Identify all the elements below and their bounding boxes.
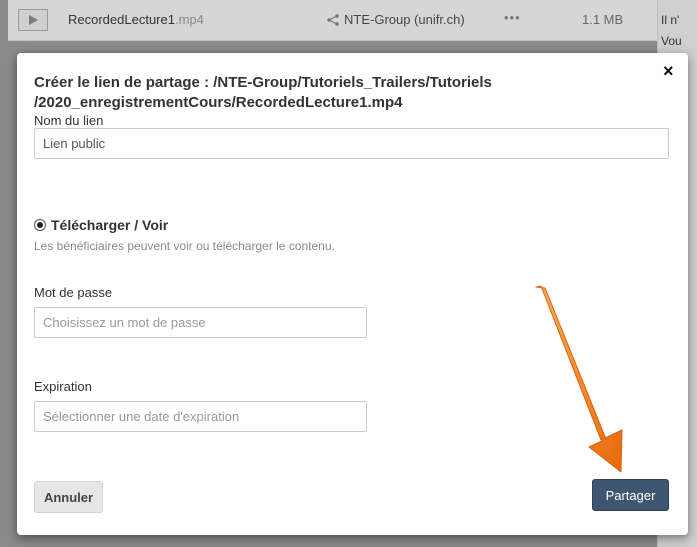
radio-selected-dot (37, 222, 43, 228)
file-row[interactable]: RecordedLecture1.mp4 NTE-Group (unifr.ch… (8, 0, 657, 41)
cancel-button[interactable]: Annuler (34, 481, 103, 513)
permission-help-text: Les bénéficiaires peuvent voir ou téléch… (34, 239, 335, 253)
share-icon (327, 14, 339, 26)
play-icon[interactable] (18, 9, 48, 31)
share-button[interactable]: Partager (592, 479, 669, 511)
password-input[interactable] (34, 307, 367, 338)
permission-option-label: Télécharger / Voir (51, 217, 169, 233)
expiration-date-input[interactable] (34, 401, 367, 432)
permission-download-view[interactable]: Télécharger / Voir (34, 217, 168, 233)
file-size: 1.1 MB (582, 12, 624, 27)
share-link-dialog: × Créer le lien de partage : /NTE-Group/… (17, 53, 688, 535)
dialog-title: Créer le lien de partage : /NTE-Group/Tu… (34, 74, 492, 111)
radio-button[interactable] (34, 219, 46, 231)
file-extension: .mp4 (174, 12, 204, 27)
shared-with[interactable]: NTE-Group (unifr.ch) (326, 12, 465, 27)
password-label: Mot de passe (34, 285, 113, 300)
file-name-base: RecordedLecture1 (68, 12, 175, 27)
close-icon[interactable]: × (663, 61, 674, 82)
link-name-label: Nom du lien (34, 113, 104, 128)
more-options-icon[interactable]: ••• (504, 10, 521, 25)
right-panel-text: Vou (661, 34, 682, 48)
share-label: NTE-Group (unifr.ch) (344, 12, 465, 27)
expiration-label: Expiration (34, 379, 92, 394)
link-name-input[interactable] (34, 128, 669, 159)
file-name[interactable]: RecordedLecture1.mp4 (68, 12, 204, 27)
right-panel-text: Il n' (661, 13, 680, 27)
